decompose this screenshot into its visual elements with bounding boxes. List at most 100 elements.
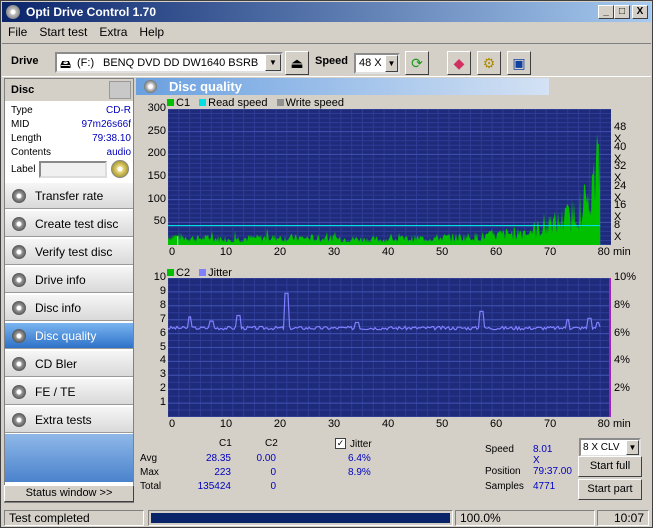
nav-filler xyxy=(5,434,133,482)
maximize-button[interactable]: □ xyxy=(614,5,630,19)
nav-label: Drive info xyxy=(35,273,86,287)
max-label: Max xyxy=(140,467,159,478)
legend-read-speed: Read speed xyxy=(208,97,268,109)
close-button[interactable]: X xyxy=(632,5,648,19)
jitter-checkbox[interactable]: ✓ xyxy=(335,438,346,449)
panel-header: Disc quality xyxy=(136,78,549,95)
menu-help[interactable]: Help xyxy=(133,23,170,39)
chevron-down-icon[interactable]: ▼ xyxy=(626,440,639,455)
toolbar: Drive 🖴 (F:) BENQ DVD DD DW1640 BSRB ▼ ⏏… xyxy=(2,43,651,77)
erase-button[interactable]: ◆ xyxy=(447,51,471,75)
disc-header-title: Disc xyxy=(11,84,35,96)
nav-verify-test-disc[interactable]: Verify test disc xyxy=(5,238,133,265)
status-window-button[interactable]: Status window >> xyxy=(4,485,134,502)
left-panel: Disc Type CD-R MID 97m26s66f Length 79:38.1… xyxy=(4,78,134,503)
top-legend: C1 Read speed Write speed xyxy=(167,97,344,109)
nav-cd-bler[interactable]: CD Bler xyxy=(5,350,133,377)
chevron-down-icon[interactable]: ▼ xyxy=(385,55,398,72)
eraser-icon: ◆ xyxy=(453,55,465,71)
nav-fe-te[interactable]: FE / TE xyxy=(5,378,133,405)
y-tick-label: 2 xyxy=(159,382,166,395)
y-tick-label: 150 xyxy=(147,170,166,182)
disc-type-key: Type xyxy=(11,105,33,116)
position-label: Position xyxy=(485,466,521,477)
legend-c1: C1 xyxy=(176,97,191,109)
x-tick-label: 50 xyxy=(435,246,449,258)
drive-name: BENQ DVD DD DW1640 BSRB xyxy=(103,57,259,69)
write-speed-swatch xyxy=(276,99,284,106)
progress-bar xyxy=(148,510,453,526)
c2-swatch xyxy=(167,269,174,276)
x-tick-label: 40 xyxy=(381,246,395,258)
drive-icon: 🖴 xyxy=(60,59,72,71)
x-tick-label: 0 xyxy=(168,246,176,258)
title-bar: Opti Drive Control 1.70 _ □ X xyxy=(2,2,651,22)
speed-label: Speed xyxy=(315,55,349,67)
save-button[interactable]: ▣ xyxy=(507,51,531,75)
menu-extra[interactable]: Extra xyxy=(93,23,133,39)
y-tick-label: 100 xyxy=(147,192,166,205)
nav-extra-tests[interactable]: Extra tests xyxy=(5,406,133,433)
c1-swatch xyxy=(167,99,174,106)
nav-drive-info[interactable]: Drive info xyxy=(5,266,133,293)
nav-disc-quality[interactable]: Disc quality xyxy=(5,322,133,349)
x-tick-label: 70 xyxy=(544,418,557,430)
app-window: Opti Drive Control 1.70 _ □ X File Start … xyxy=(0,0,653,528)
nav-disc-info[interactable]: Disc info xyxy=(5,294,133,321)
menu-start-test[interactable]: Start test xyxy=(33,23,93,39)
legend-write-speed: Write speed xyxy=(285,97,345,109)
speed-select[interactable]: 48 X ▼ xyxy=(354,53,400,74)
x-tick-label: 50 xyxy=(435,418,449,430)
speed-info-label: Speed xyxy=(485,444,514,455)
status-text: Test completed xyxy=(4,510,144,526)
start-part-button[interactable]: Start part xyxy=(578,479,642,500)
y-tick-label: 7 xyxy=(159,312,166,325)
y-right-tick-label: 4% xyxy=(614,354,630,367)
drive-select[interactable]: 🖴 (F:) BENQ DVD DD DW1640 BSRB ▼ xyxy=(55,52,283,73)
c2-jitter-chart xyxy=(168,278,611,417)
eject-button[interactable]: ⏏ xyxy=(285,51,309,75)
drive-label: Drive xyxy=(11,55,39,67)
max-jitter: 8.9% xyxy=(348,467,371,478)
disc-mid-value: 97m26s66f xyxy=(81,119,131,130)
y-right-tick-label: 8 X xyxy=(614,218,622,243)
y-tick-label: 200 xyxy=(147,147,166,160)
progress-fill xyxy=(151,513,450,523)
x-tick-label: 60 xyxy=(490,418,503,430)
menu-file[interactable]: File xyxy=(2,23,33,39)
disc-label-field[interactable] xyxy=(39,161,107,178)
y-right-tick-label: 10% xyxy=(614,271,637,283)
minimize-button[interactable]: _ xyxy=(598,5,614,19)
max-c1: 223 xyxy=(214,467,231,478)
window-title: Opti Drive Control 1.70 xyxy=(26,5,157,19)
eject-icon: ⏏ xyxy=(290,55,304,71)
nav-label: Transfer rate xyxy=(35,189,104,203)
disc-header-toggle[interactable] xyxy=(109,81,131,99)
nav-transfer-rate[interactable]: Transfer rate xyxy=(5,182,133,209)
nav-label: CD Bler xyxy=(35,357,78,371)
settings-button[interactable]: ⚙ xyxy=(477,51,501,75)
refresh-button[interactable]: ⟳ xyxy=(405,51,429,75)
max-c2: 0 xyxy=(270,467,276,478)
x-tick-label: 40 xyxy=(381,418,395,430)
speed-info-value: 8.01 X xyxy=(533,444,553,466)
avg-label: Avg xyxy=(140,453,158,464)
start-full-button[interactable]: Start full xyxy=(578,456,642,477)
col-c1: C1 xyxy=(219,438,232,449)
y-tick-label: 50 xyxy=(153,215,166,228)
disc-contents-value: audio xyxy=(106,147,131,158)
disc-icon xyxy=(12,245,26,259)
app-disc-icon xyxy=(6,5,20,19)
y-tick-label: 300 xyxy=(147,102,166,114)
x-tick-label: 80 min xyxy=(597,418,631,430)
y-right-tick-label: 2% xyxy=(614,382,630,395)
chevron-down-icon[interactable]: ▼ xyxy=(265,54,281,71)
total-c2: 0 xyxy=(270,481,276,492)
x-tick-label: 30 xyxy=(327,246,341,258)
drive-letter: (F:) xyxy=(77,57,95,69)
speed-mode-select[interactable]: 8 X CLV ▼ xyxy=(579,438,641,457)
nav-create-test-disc[interactable]: Create test disc xyxy=(5,210,133,237)
x-tick-label: 80 min xyxy=(597,246,631,258)
disc-label-icon[interactable] xyxy=(111,160,129,178)
speed-value: 48 X xyxy=(359,57,382,69)
